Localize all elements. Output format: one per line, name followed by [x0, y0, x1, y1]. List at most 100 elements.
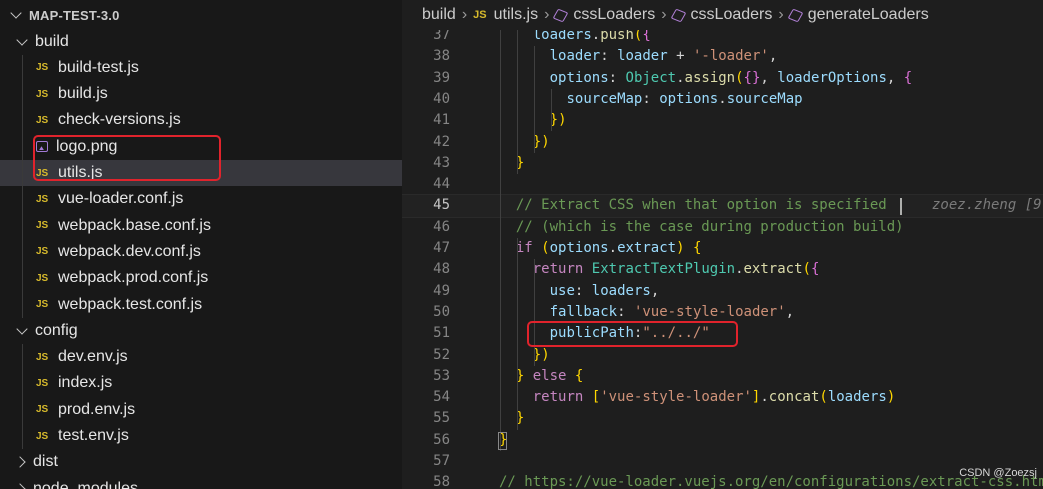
js-file-icon: JS [36, 299, 49, 310]
js-file-icon: JS [36, 62, 49, 74]
file-row[interactable]: JS test.env.js [0, 423, 402, 449]
indent-guide [517, 30, 518, 175]
method-cube-icon [552, 8, 569, 22]
code-text: return ExtractTextPlugin.extract({ [532, 261, 820, 278]
line-number: 47 [433, 240, 450, 256]
file-label: test.env.js [58, 427, 129, 444]
code-line[interactable]: 50 fallback: 'vue-style-loader', [402, 302, 1043, 323]
chevron-right-icon: › [661, 6, 667, 23]
folder-label: dist [33, 453, 58, 471]
file-label: webpack.test.conf.js [58, 295, 203, 313]
chevron-right-icon: › [544, 6, 550, 23]
folder-label: build [35, 32, 69, 50]
code-text: // Extract CSS when that option is speci… [515, 197, 887, 214]
code-line[interactable]: 53 } else { [402, 366, 1043, 387]
line-number: 37 [433, 30, 450, 43]
code-text: options: Object.assign({}, loaderOptions… [549, 69, 913, 86]
js-file-icon: JS [36, 193, 49, 205]
code-text: } else { [515, 367, 584, 384]
chevron-right-icon: › [778, 6, 784, 23]
file-row[interactable]: JS check-versions.js [0, 107, 402, 133]
code-line[interactable]: 39 options: Object.assign({}, loaderOpti… [402, 68, 1043, 89]
chevron-down-icon [16, 33, 28, 46]
folder-row[interactable]: build [0, 29, 402, 55]
code-line[interactable]: 58// https://vue-loader.vuejs.org/en/con… [402, 472, 1043, 489]
highlight-box [527, 321, 738, 348]
code-line[interactable]: 42 }) [402, 132, 1043, 153]
code-line[interactable]: 41 }) [402, 110, 1043, 131]
line-number: 50 [433, 303, 450, 320]
method-cube-icon [787, 8, 804, 22]
line-number: 53 [433, 367, 450, 384]
line-number: 58 [433, 474, 450, 489]
file-label: prod.env.js [58, 400, 136, 418]
file-row[interactable]: JS webpack.test.conf.js [0, 292, 402, 318]
code-line[interactable]: 52 }) [402, 345, 1043, 366]
line-number: 49 [433, 282, 450, 299]
code-text: loaders.push({ [532, 30, 651, 43]
file-row[interactable]: JS webpack.prod.conf.js [0, 265, 402, 291]
folder-label: node_modules [33, 479, 138, 489]
code-line[interactable]: 45 // Extract CSS when that option is sp… [402, 194, 1043, 218]
code-line[interactable]: 40 sourceMap: options.sourceMap [402, 89, 1043, 110]
indent-guide [500, 30, 501, 451]
code-editor[interactable]: 37 loaders.push({38 loader: loader + '-l… [402, 30, 1043, 489]
chevron-right-icon: › [461, 6, 468, 23]
file-label: build-test.js [58, 58, 139, 76]
line-number: 43 [433, 154, 450, 171]
code-text: use: loaders, [549, 282, 660, 299]
line-number: 44 [433, 176, 450, 193]
file-row[interactable]: JS prod.env.js [0, 397, 402, 423]
js-file-icon: JS [36, 377, 49, 389]
file-row[interactable]: JS index.js [0, 370, 402, 396]
js-file-icon: JS [36, 114, 49, 126]
line-number: 54 [433, 389, 450, 406]
code-line[interactable]: 54 return ['vue-style-loader'].concat(lo… [402, 387, 1043, 408]
file-row[interactable]: JS vue-loader.conf.js [0, 186, 402, 212]
breadcrumb-item-folder[interactable]: build [422, 6, 456, 24]
file-label: build.js [58, 85, 108, 103]
chevron-down-icon [16, 323, 28, 335]
file-label: webpack.dev.conf.js [58, 242, 201, 260]
file-label: webpack.prod.conf.js [58, 269, 209, 287]
file-label: vue-loader.conf.js [58, 190, 184, 208]
code-line[interactable]: 44 [402, 174, 1043, 195]
file-label: index.js [58, 374, 113, 392]
folder-row[interactable]: dist [0, 449, 402, 475]
folder-row[interactable]: node_modules [0, 476, 402, 489]
code-text: }) [532, 133, 550, 150]
js-file-icon: JS [36, 404, 49, 416]
code-line[interactable]: 38 loader: loader + '-loader', [402, 46, 1043, 67]
js-file-icon: JS [473, 9, 487, 21]
indent-guide [22, 344, 23, 450]
code-line[interactable]: 46 // (which is the case during producti… [402, 217, 1043, 238]
code-line[interactable]: 57 [402, 451, 1043, 472]
code-text: sourceMap: options.sourceMap [566, 90, 803, 107]
breadcrumb-item-symbol[interactable]: cssLoaders [573, 6, 655, 24]
code-line[interactable]: 47 if (options.extract) { [402, 238, 1043, 259]
breadcrumb-item-symbol[interactable]: generateLoaders [808, 6, 929, 24]
file-row[interactable]: JS webpack.base.conf.js [0, 213, 402, 239]
file-row[interactable]: JS webpack.dev.conf.js [0, 239, 402, 265]
js-file-icon: JS [36, 351, 49, 363]
file-row[interactable]: JS build.js [0, 81, 402, 107]
code-line[interactable]: 55 } [402, 408, 1043, 429]
code-line[interactable]: 37 loaders.push({ [402, 30, 1043, 46]
explorer-root-folder[interactable]: MAP-TEST-3.0 [10, 4, 120, 26]
file-row[interactable]: JS build-test.js [0, 55, 402, 81]
code-line[interactable]: 48 return ExtractTextPlugin.extract({ [402, 259, 1043, 280]
method-cube-icon [670, 8, 686, 22]
folder-row[interactable]: config [0, 318, 402, 344]
js-file-icon: JS [36, 246, 49, 258]
code-text: if (options.extract) { [515, 240, 702, 256]
breadcrumb-item-symbol[interactable]: cssLoaders [691, 6, 773, 24]
line-number: 51 [433, 325, 450, 342]
line-number: 56 [433, 431, 450, 448]
line-number: 46 [433, 218, 450, 235]
file-row[interactable]: JS dev.env.js [0, 344, 402, 370]
code-line[interactable]: 49 use: loaders, [402, 281, 1043, 302]
code-line[interactable]: 43 } [402, 153, 1043, 174]
explorer-sidebar: MAP-TEST-3.0 build JS build-test.js JS build… [0, 0, 403, 489]
line-number: 42 [433, 133, 450, 150]
breadcrumb-item-file[interactable]: utils.js [494, 6, 538, 24]
